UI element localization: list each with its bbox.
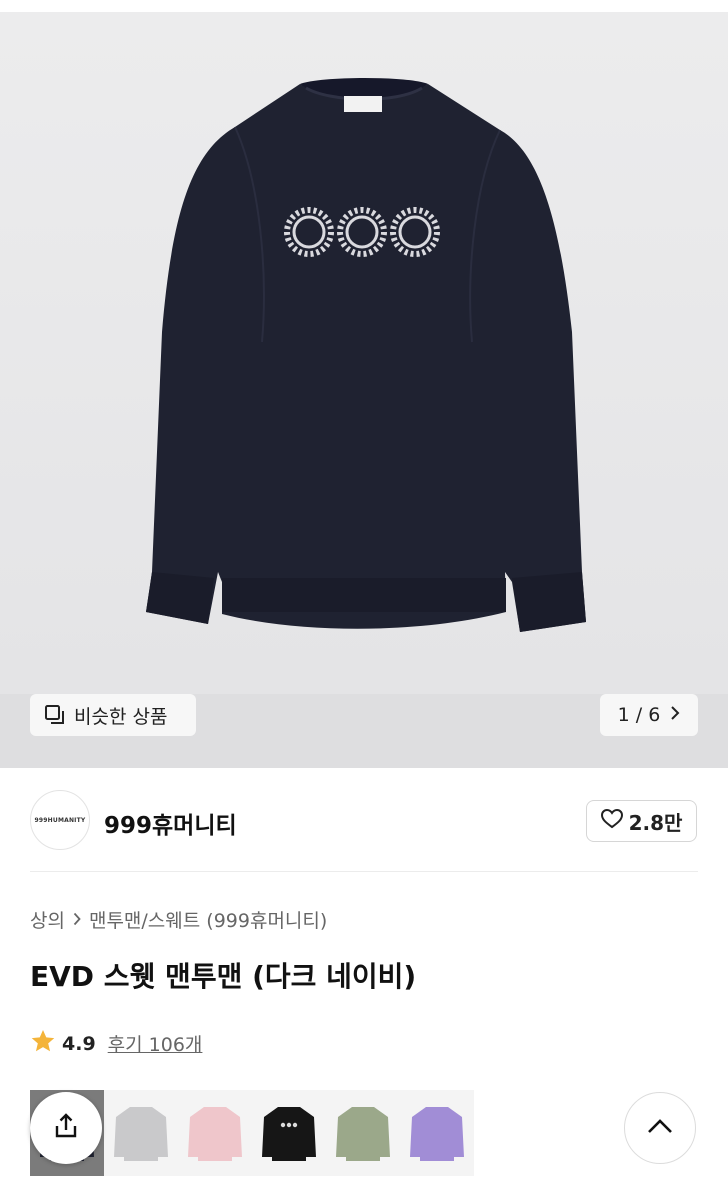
product-photo[interactable] <box>0 12 728 694</box>
like-count: 2.8만 <box>628 810 683 835</box>
sweatshirt-image <box>146 78 586 632</box>
product-image-gallery[interactable] <box>0 0 728 768</box>
rating-value: 4.9 <box>62 1032 96 1055</box>
divider <box>30 871 698 872</box>
breadcrumb-category[interactable]: 상의 <box>30 906 65 933</box>
star-icon <box>30 1028 56 1059</box>
reviews-link[interactable]: 후기 106개 <box>108 1030 203 1057</box>
image-counter: 1 / 6 <box>617 704 661 726</box>
heart-icon <box>600 808 623 834</box>
similar-products-button[interactable]: 비슷한 상품 <box>30 694 196 736</box>
chevron-right-icon <box>670 704 680 726</box>
like-button[interactable]: 2.8만 <box>586 800 697 842</box>
similar-products-label: 비슷한 상품 <box>74 705 168 728</box>
share-button[interactable] <box>30 1092 102 1164</box>
rating-row: 4.9 후기 106개 <box>30 1028 202 1059</box>
breadcrumb: 상의 맨투맨/스웨트 (999휴머니티) <box>30 906 327 933</box>
brand-name[interactable]: 999휴머니티 <box>104 806 237 840</box>
image-counter-button[interactable]: 1 / 6 <box>600 694 698 736</box>
swatch-gray[interactable] <box>104 1090 178 1176</box>
brand-logo[interactable]: 999HUMANITY <box>30 790 90 850</box>
chevron-up-icon <box>646 1117 674 1139</box>
chevron-right-icon <box>73 909 81 931</box>
breadcrumb-subcategory[interactable]: 맨투맨/스웨트 (999휴머니티) <box>89 906 327 933</box>
swatch-lavender[interactable] <box>400 1090 474 1176</box>
scroll-to-top-button[interactable] <box>624 1092 696 1164</box>
gallery-top-strip <box>0 0 728 12</box>
similar-products-icon <box>44 704 66 726</box>
swatch-khaki[interactable] <box>326 1090 400 1176</box>
brand-logo-text: 999HUMANITY <box>34 816 86 824</box>
product-title: EVD 스웻 맨투맨 (다크 네이비) <box>30 960 417 993</box>
swatch-black[interactable] <box>252 1090 326 1176</box>
swatch-pink[interactable] <box>178 1090 252 1176</box>
share-icon <box>51 1111 81 1145</box>
brand-row: 999HUMANITY 999휴머니티 2.8만 <box>0 768 728 872</box>
